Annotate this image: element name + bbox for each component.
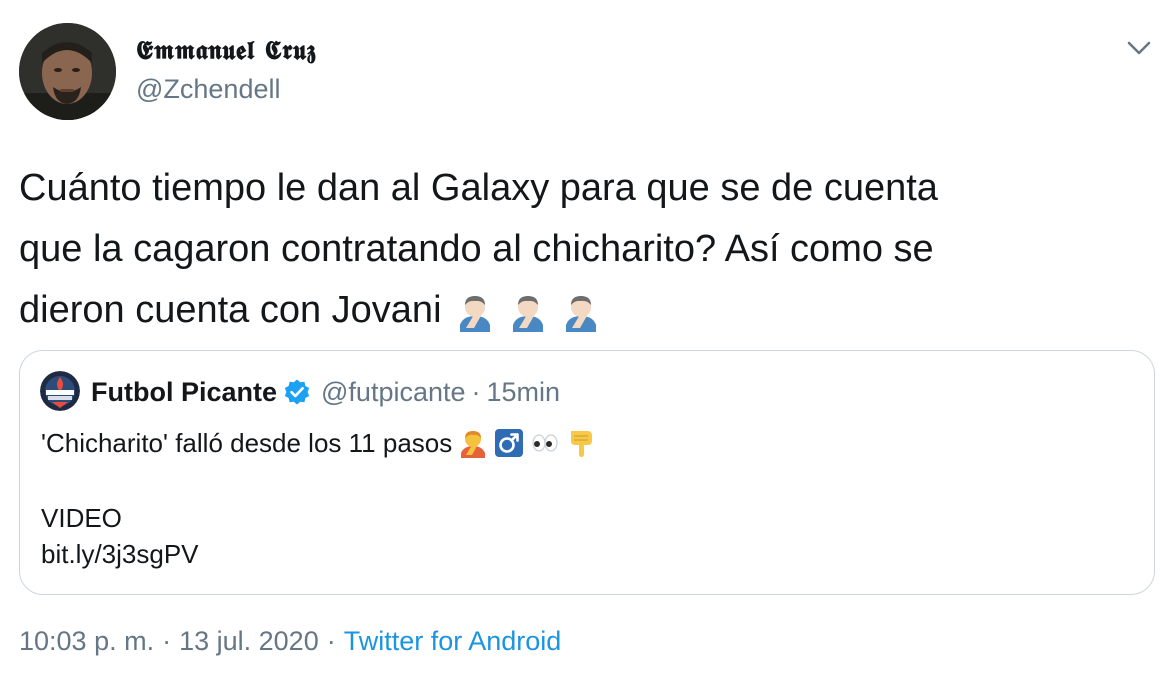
author-avatar[interactable] [19, 23, 116, 120]
tweet-text-line: que la cagaron contratando al chicharito… [19, 228, 934, 270]
quoted-author-name[interactable]: Futbol Picante [91, 375, 277, 409]
tweet-text: Cuánto tiempo le dan al Galaxy para que … [19, 158, 1139, 341]
tweet-text-line: Cuánto tiempo le dan al Galaxy para que … [19, 167, 938, 209]
backhand-index-pointing-down-emoji-icon [566, 428, 596, 458]
tweet-card: 𝕰𝖒𝖒𝖆𝖓𝖚𝖊𝖑 𝕮𝖗𝖚𝖟 @Zchendell Cuánto tiempo l… [0, 0, 1172, 690]
quoted-tweet[interactable]: Futbol Picante @futpicante · 15min 'Chic… [19, 350, 1155, 595]
quoted-tweet-time[interactable]: 15min [487, 375, 561, 409]
quoted-author-handle[interactable]: @futpicante [321, 375, 466, 409]
separator-dot: · [162, 626, 172, 656]
verified-badge-icon [283, 378, 311, 406]
tweet-meta: 10:03 p. m. · 13 jul. 2020 · Twitter for And… [19, 626, 561, 657]
quoted-tweet-text: 'Chicharito' falló desde los 11 pasos [41, 427, 453, 458]
male-sign-emoji-icon [494, 428, 524, 458]
quoted-tweet-body: 'Chicharito' falló desde los 11 pasos VI… [41, 427, 1131, 573]
tweet-text-fragment: dieron cuenta con Jovani [19, 289, 442, 331]
tweet-text-line: dieron cuenta con Jovani [19, 280, 1139, 341]
man-facepalming-emoji-icon [455, 292, 495, 332]
chevron-down-icon[interactable] [1123, 34, 1155, 62]
author-name[interactable]: 𝕰𝖒𝖒𝖆𝖓𝖚𝖊𝖑 𝕮𝖗𝖚𝖟 [136, 36, 316, 67]
separator-dot: · [326, 626, 336, 656]
man-facepalming-emoji-icon [508, 292, 548, 332]
author-handle[interactable]: @Zchendell [136, 74, 280, 105]
quoted-tweet-video-label: VIDEO [41, 503, 122, 533]
quoted-author-avatar[interactable] [40, 371, 80, 411]
man-facepalming-emoji-icon [561, 292, 601, 332]
quoted-tweet-link[interactable]: bit.ly/3j3sgPV [41, 535, 1131, 573]
person-facepalming-emoji-icon [458, 428, 488, 458]
eyes-emoji-icon [530, 428, 560, 458]
quoted-tweet-text-line: 'Chicharito' falló desde los 11 pasos [41, 427, 1131, 459]
tweet-source-link[interactable]: Twitter for Android [344, 626, 562, 656]
tweet-time[interactable]: 10:03 p. m. [19, 626, 154, 656]
quoted-tweet-header: Futbol Picante @futpicante · 15min [91, 375, 560, 409]
separator-dot: · [471, 377, 481, 407]
tweet-date[interactable]: 13 jul. 2020 [179, 626, 319, 656]
